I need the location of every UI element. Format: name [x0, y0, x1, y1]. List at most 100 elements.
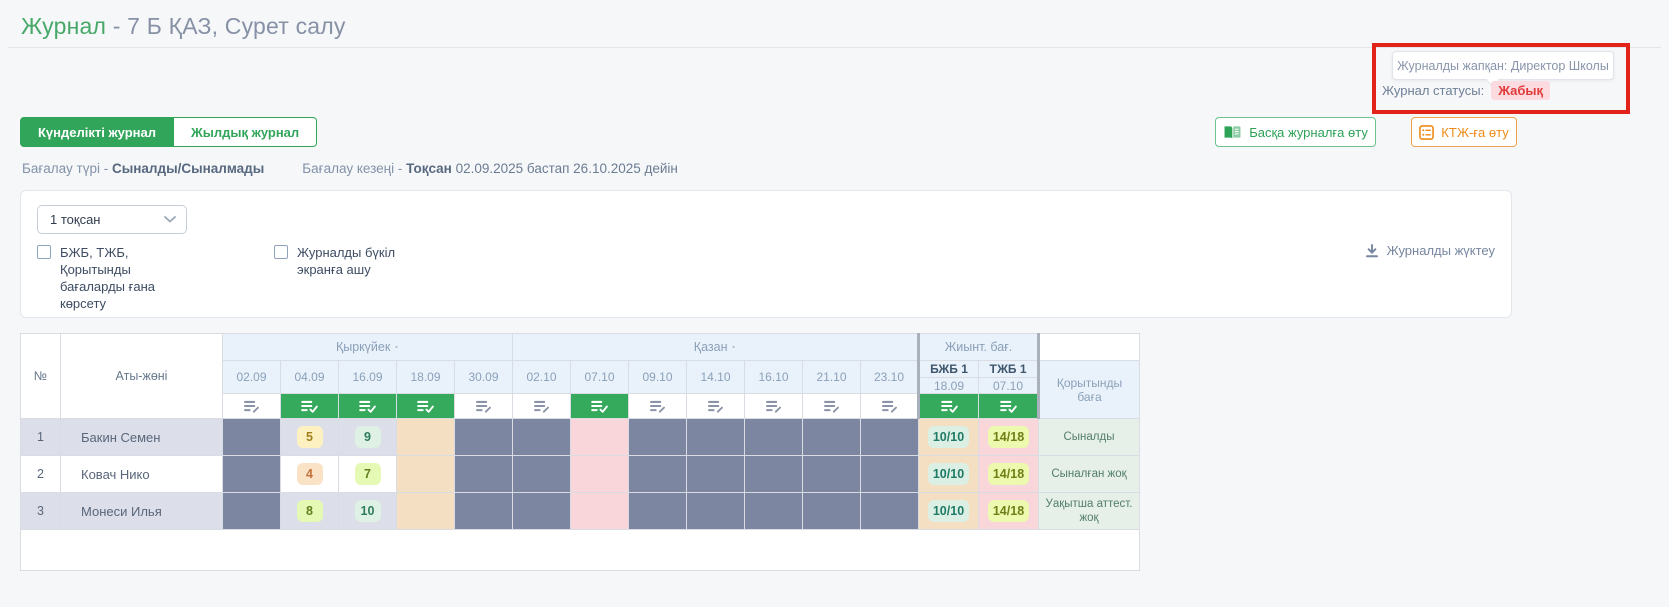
tzb-score-badge[interactable]: 14/18	[987, 500, 1030, 522]
lesson-edit-icon[interactable]	[860, 393, 919, 419]
table-row: 3 Монеси Илья 8 10 10/10 14/18 Уақытша а…	[20, 492, 1140, 530]
student-name: Бакин Семен	[60, 418, 223, 456]
month-header-september: Қыркүйек ‣	[222, 333, 513, 361]
lesson-check-icon[interactable]	[396, 393, 455, 419]
other-journal-button[interactable]: Басқа журналға өту	[1215, 117, 1376, 147]
page-title: Журнал - 7 Б ҚАЗ, Сурет салу	[21, 13, 346, 40]
bzb-score-badge[interactable]: 10/10	[927, 500, 970, 522]
checkbox-fullscreen-label: Журналды бүкіл экранға ашу	[297, 245, 396, 277]
assessment-period-dates: 02.09.2025 бастап 26.10.2025 дейін	[451, 161, 678, 176]
grade-cell-missed[interactable]	[570, 455, 629, 493]
grade-cell-blocked	[512, 492, 571, 530]
lesson-check-icon[interactable]	[570, 393, 629, 419]
grade-cell-blocked	[454, 492, 513, 530]
date-header: 07.10	[570, 360, 629, 394]
page-title-journal: Журнал	[21, 13, 107, 39]
bzb-header: БЖБ 1	[917, 360, 979, 378]
grade-cell-missed[interactable]	[570, 492, 629, 530]
lesson-edit-icon[interactable]	[454, 393, 513, 419]
tzb-score-badge[interactable]: 14/18	[987, 426, 1030, 448]
date-header: 09.10	[628, 360, 687, 394]
grade-badge[interactable]: 8	[296, 500, 323, 522]
lesson-check-icon[interactable]	[338, 393, 397, 419]
grade-cell-pending[interactable]	[396, 492, 455, 530]
grade-cell-blocked	[686, 492, 745, 530]
checkbox-only-summary-box[interactable]	[37, 245, 51, 259]
grade-badge[interactable]: 4	[296, 463, 323, 485]
tzb-score-cell[interactable]: 14/18	[978, 418, 1039, 456]
lesson-edit-icon[interactable]	[222, 393, 281, 419]
grade-cell-missed[interactable]	[570, 418, 629, 456]
lesson-edit-icon[interactable]	[628, 393, 687, 419]
lesson-edit-icon[interactable]	[802, 393, 861, 419]
journal-table-wrap: № Аты-жөні Қыркүйек ‣ Қазан ‣ Жиынт. бағ. …	[20, 333, 1140, 571]
bzb-score-cell[interactable]: 10/10	[918, 492, 979, 530]
grade-badge[interactable]: 9	[354, 426, 381, 448]
grade-cell[interactable]: 7	[338, 455, 397, 493]
tzb-score-cell[interactable]: 14/18	[978, 492, 1039, 530]
tab-yearly-journal[interactable]: Жылдық журнал	[174, 117, 318, 147]
lesson-check-icon[interactable]	[280, 393, 339, 419]
lesson-edit-icon[interactable]	[512, 393, 571, 419]
grade-cell-blocked	[802, 418, 861, 456]
download-journal-label: Журналды жүктеу	[1386, 243, 1495, 258]
grade-cell-pending[interactable]	[396, 418, 455, 456]
bzb-score-cell[interactable]: 10/10	[918, 455, 979, 493]
lesson-edit-icon[interactable]	[686, 393, 745, 419]
grade-cell-blocked	[744, 418, 803, 456]
checkbox-fullscreen[interactable]: Журналды бүкіл экранға ашу	[274, 244, 429, 312]
grade-cell-blocked	[628, 455, 687, 493]
bzb-score-badge[interactable]: 10/10	[927, 426, 970, 448]
checkbox-only-summary[interactable]: БЖБ, ТЖБ, Қорытынды бағаларды ғана көрсе…	[37, 244, 178, 312]
filter-panel: 1 тоқсан БЖБ, ТЖБ, Қорытынды бағаларды ғ…	[20, 190, 1512, 318]
student-name: Монеси Илья	[60, 492, 223, 530]
month-header-october: Қазан ‣	[512, 333, 919, 361]
quarter-select[interactable]: 1 тоқсан	[37, 205, 187, 234]
grade-cell-blocked	[860, 492, 919, 530]
date-header: 04.09	[280, 360, 339, 394]
grade-cell[interactable]: 9	[338, 418, 397, 456]
annotation-red-box	[1372, 43, 1630, 114]
row-number: 3	[20, 492, 61, 530]
date-header: 30.09	[454, 360, 513, 394]
lesson-edit-icon[interactable]	[744, 393, 803, 419]
column-header-number: №	[20, 333, 61, 419]
download-journal-link[interactable]: Журналды жүктеу	[1365, 243, 1495, 258]
checkbox-fullscreen-box[interactable]	[274, 245, 288, 259]
tzb-score-cell[interactable]: 14/18	[978, 455, 1039, 493]
grade-badge[interactable]: 10	[354, 500, 381, 522]
quarter-select-value: 1 тоқсан	[50, 212, 101, 227]
bzb-score-badge[interactable]: 10/10	[927, 463, 970, 485]
grade-cell[interactable]: 10	[338, 492, 397, 530]
grade-cell[interactable]: 4	[280, 455, 339, 493]
grade-badge[interactable]: 5	[296, 426, 323, 448]
tzb-score-badge[interactable]: 14/18	[987, 463, 1030, 485]
bzb-check-icon[interactable]	[917, 393, 979, 419]
assessment-period-term: Тоқсан	[406, 161, 452, 176]
tzb-check-icon[interactable]	[978, 393, 1040, 419]
grade-cell[interactable]: 8	[280, 492, 339, 530]
grade-cell-blocked	[686, 455, 745, 493]
final-grade-cell: Сыналған жоқ	[1038, 455, 1140, 493]
grade-badge[interactable]: 7	[354, 463, 381, 485]
summary-group-header: Жиынт. бағ.	[917, 333, 1040, 361]
bzb-score-cell[interactable]: 10/10	[918, 418, 979, 456]
grade-cell-blocked	[628, 418, 687, 456]
grade-cell-pending[interactable]	[396, 455, 455, 493]
final-grade-cell: Уақытша аттест. жоқ	[1038, 492, 1140, 530]
table-row: 2 Ковач Нико 4 7 10/10 14/18 Сыналған жо…	[20, 455, 1140, 493]
grade-cell-blocked	[454, 418, 513, 456]
assessment-type-value: Сыналды/Сыналмады	[111, 161, 265, 176]
page-title-class: - 7 Б ҚАЗ, Сурет салу	[106, 13, 346, 39]
table-empty-area	[20, 529, 1140, 571]
grade-cell-blocked	[744, 492, 803, 530]
final-column-spacer	[1038, 333, 1140, 361]
grade-cell[interactable]: 5	[280, 418, 339, 456]
date-header: 02.10	[512, 360, 571, 394]
assessment-period-label: Бағалау кезеңі -	[302, 161, 407, 176]
ktzh-button[interactable]: КТЖ-ға өту	[1411, 117, 1517, 147]
tab-daily-journal[interactable]: Күнделікті журнал	[20, 117, 175, 147]
row-number: 2	[20, 455, 61, 493]
date-header: 14.10	[686, 360, 745, 394]
journal-table: № Аты-жөні Қыркүйек ‣ Қазан ‣ Жиынт. бағ. …	[20, 333, 1140, 571]
